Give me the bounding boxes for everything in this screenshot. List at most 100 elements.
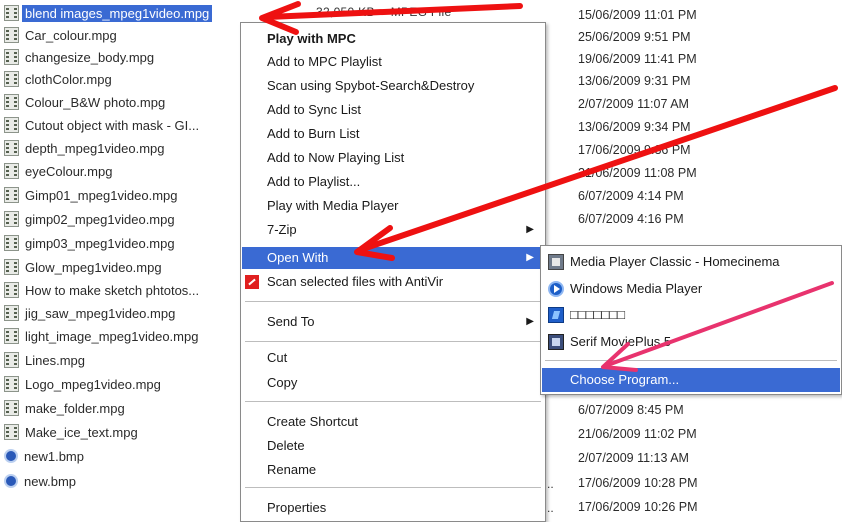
file-row[interactable]: How to make sketch phtotos...: [4, 279, 199, 301]
file-name: new1.bmp: [24, 448, 84, 464]
file-row[interactable]: make_folder.mpg: [4, 397, 125, 419]
menu-item-label: Cut: [267, 350, 288, 365]
mpc-icon: [548, 254, 564, 270]
file-row[interactable]: gimp02_mpeg1video.mpg: [4, 208, 175, 230]
file-name: changesize_body.mpg: [25, 49, 155, 65]
video-file-icon: [4, 400, 19, 416]
image-file-icon: [4, 474, 18, 488]
video-file-icon: [4, 328, 19, 344]
date-cell: 25/06/2009 9:51 PM: [578, 30, 691, 44]
video-file-icon: [4, 71, 19, 87]
file-name: Lines.mpg: [25, 352, 85, 368]
file-row[interactable]: Gimp01_mpeg1video.mpg: [4, 184, 177, 206]
date-cell: 15/06/2009 11:01 PM: [578, 8, 697, 22]
menu-item-scan-antivir[interactable]: Scan selected files with AntiVir: [242, 271, 544, 293]
menu-item-create-shortcut[interactable]: Create Shortcut: [242, 411, 544, 433]
submenu-item-unknown-program[interactable]: □□□□□□□: [542, 303, 840, 327]
file-name: Make_ice_text.mpg: [25, 424, 138, 440]
menu-item-7zip[interactable]: 7-Zip ▶: [242, 219, 544, 241]
menu-item-send-to[interactable]: Send To ▶: [242, 311, 544, 333]
video-file-icon: [4, 282, 19, 298]
menu-item-properties[interactable]: Properties: [242, 497, 544, 519]
menu-item-copy[interactable]: Copy: [242, 372, 544, 394]
date-cell: 13/06/2009 9:31 PM: [578, 74, 691, 88]
submenu-item-mpc-homecinema[interactable]: Media Player Classic - Homecinema: [542, 250, 840, 274]
menu-item-add-to-burn-list[interactable]: Add to Burn List: [242, 123, 544, 145]
file-row[interactable]: Logo_mpeg1video.mpg: [4, 373, 161, 395]
video-file-icon: [4, 187, 19, 203]
menu-item-add-to-mpc-playlist[interactable]: Add to MPC Playlist: [242, 51, 544, 73]
file-row[interactable]: eyeColour.mpg: [4, 160, 112, 182]
file-row[interactable]: gimp03_mpeg1video.mpg: [4, 232, 175, 254]
submenu-arrow-icon: ▶: [526, 252, 534, 263]
menu-item-cut[interactable]: Cut: [242, 347, 544, 369]
menu-item-label: Create Shortcut: [267, 414, 359, 429]
file-row[interactable]: Car_colour.mpg: [4, 24, 117, 46]
file-name: clothColor.mpg: [25, 71, 112, 87]
file-name: gimp03_mpeg1video.mpg: [25, 235, 175, 251]
submenu-arrow-icon: ▶: [526, 316, 534, 327]
antivir-icon: [245, 275, 259, 289]
date-cell: 2/07/2009 11:07 AM: [578, 97, 689, 111]
menu-item-add-to-sync-list[interactable]: Add to Sync List: [242, 99, 544, 121]
menu-item-add-to-playlist[interactable]: Add to Playlist...: [242, 171, 544, 193]
file-name: gimp02_mpeg1video.mpg: [25, 211, 175, 227]
file-name: eyeColour.mpg: [25, 163, 113, 179]
video-file-icon: [4, 305, 19, 321]
file-name: Gimp01_mpeg1video.mpg: [25, 187, 178, 203]
file-row[interactable]: light_image_mpeg1video.mpg: [4, 325, 198, 347]
file-name: Cutout object with mask - GI...: [25, 117, 200, 133]
menu-item-delete[interactable]: Delete: [242, 435, 544, 457]
file-row[interactable]: new.bmp: [4, 470, 76, 492]
date-cell: 19/06/2009 11:41 PM: [578, 52, 697, 66]
menu-item-label: Delete: [267, 438, 305, 453]
menu-item-label: Properties: [267, 500, 327, 515]
file-row[interactable]: Colour_B&W photo.mpg: [4, 91, 165, 113]
image-file-icon: [4, 449, 18, 463]
file-row[interactable]: jig_saw_mpeg1video.mpg: [4, 302, 175, 324]
open-with-submenu: Media Player Classic - Homecinema Window…: [540, 245, 842, 395]
menu-item-scan-spybot[interactable]: Scan using Spybot-Search&Destroy: [242, 75, 544, 97]
file-row[interactable]: clothColor.mpg: [4, 68, 112, 90]
file-name: Glow_mpeg1video.mpg: [25, 259, 162, 275]
video-file-icon: [4, 140, 19, 156]
submenu-item-serif-movieplus[interactable]: Serif MoviePlus 5: [542, 330, 840, 354]
submenu-item-label: Choose Program...: [570, 372, 680, 387]
submenu-item-choose-program[interactable]: Choose Program...: [542, 368, 840, 392]
file-row[interactable]: depth_mpeg1video.mpg: [4, 137, 165, 159]
date-cell: 17/06/2009 10:28 PM: [578, 476, 698, 490]
file-name: jig_saw_mpeg1video.mpg: [25, 305, 176, 321]
submenu-item-windows-media-player[interactable]: Windows Media Player: [542, 277, 840, 301]
submenu-item-label: Serif MoviePlus 5: [570, 334, 672, 349]
file-row[interactable]: Make_ice_text.mpg: [4, 421, 138, 443]
menu-item-label: Add to Burn List: [267, 126, 360, 141]
menu-item-label: Add to Sync List: [267, 102, 361, 117]
file-row[interactable]: Glow_mpeg1video.mpg: [4, 256, 162, 278]
menu-item-label: Play with MPC: [267, 31, 356, 46]
menu-item-play-with-mpc[interactable]: Play with MPC: [242, 28, 544, 50]
date-cell: 6/07/2009 4:16 PM: [578, 212, 684, 226]
video-file-icon: [4, 235, 19, 251]
submenu-item-label: □□□□□□□: [570, 307, 625, 322]
menu-item-add-to-now-playing[interactable]: Add to Now Playing List: [242, 147, 544, 169]
menu-item-play-with-media-player[interactable]: Play with Media Player: [242, 195, 544, 217]
menu-item-rename[interactable]: Rename: [242, 459, 544, 481]
program-icon: [548, 307, 564, 323]
menu-item-label: Copy: [267, 375, 298, 390]
file-row[interactable]: Lines.mpg: [4, 349, 85, 371]
video-file-icon: [4, 376, 19, 392]
file-row[interactable]: changesize_body.mpg: [4, 46, 154, 68]
file-type: MPEG File: [390, 5, 452, 19]
ellipsis-text: ..: [547, 477, 554, 491]
file-row[interactable]: new1.bmp: [4, 445, 84, 467]
file-row-selected[interactable]: blend images_mpeg1video.mpg: [4, 2, 213, 24]
menu-separator: [245, 301, 541, 302]
menu-item-open-with[interactable]: Open With ▶: [242, 247, 544, 269]
date-cell: 21/06/2009 11:02 PM: [578, 427, 697, 441]
context-menu: Play with MPC Add to MPC Playlist Scan u…: [240, 22, 546, 522]
file-name: How to make sketch phtotos...: [25, 282, 200, 298]
file-name: Colour_B&W photo.mpg: [25, 94, 166, 110]
menu-separator: [245, 487, 541, 488]
video-file-icon: [4, 49, 19, 65]
file-row[interactable]: Cutout object with mask - GI...: [4, 114, 199, 136]
